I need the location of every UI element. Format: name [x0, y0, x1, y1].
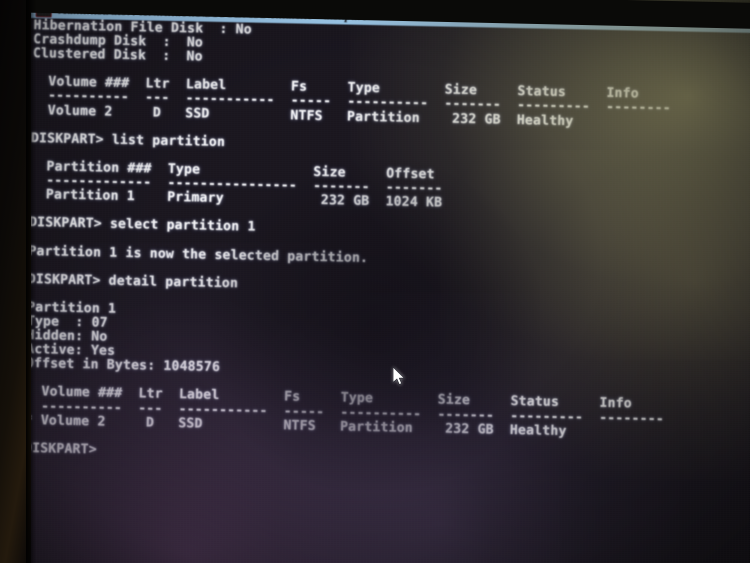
console-output[interactable]: Hibernation File Disk : No Crashdump Disk… — [24, 18, 750, 471]
bezel-edge-shadow — [26, 0, 36, 563]
mouse-pointer-cursor — [393, 367, 406, 386]
photographed-screen: Administrator: X:\windows\SYSTEM32\cmd.e… — [0, 0, 750, 563]
screen-surface: Administrator: X:\windows\SYSTEM32\cmd.e… — [0, 0, 750, 563]
